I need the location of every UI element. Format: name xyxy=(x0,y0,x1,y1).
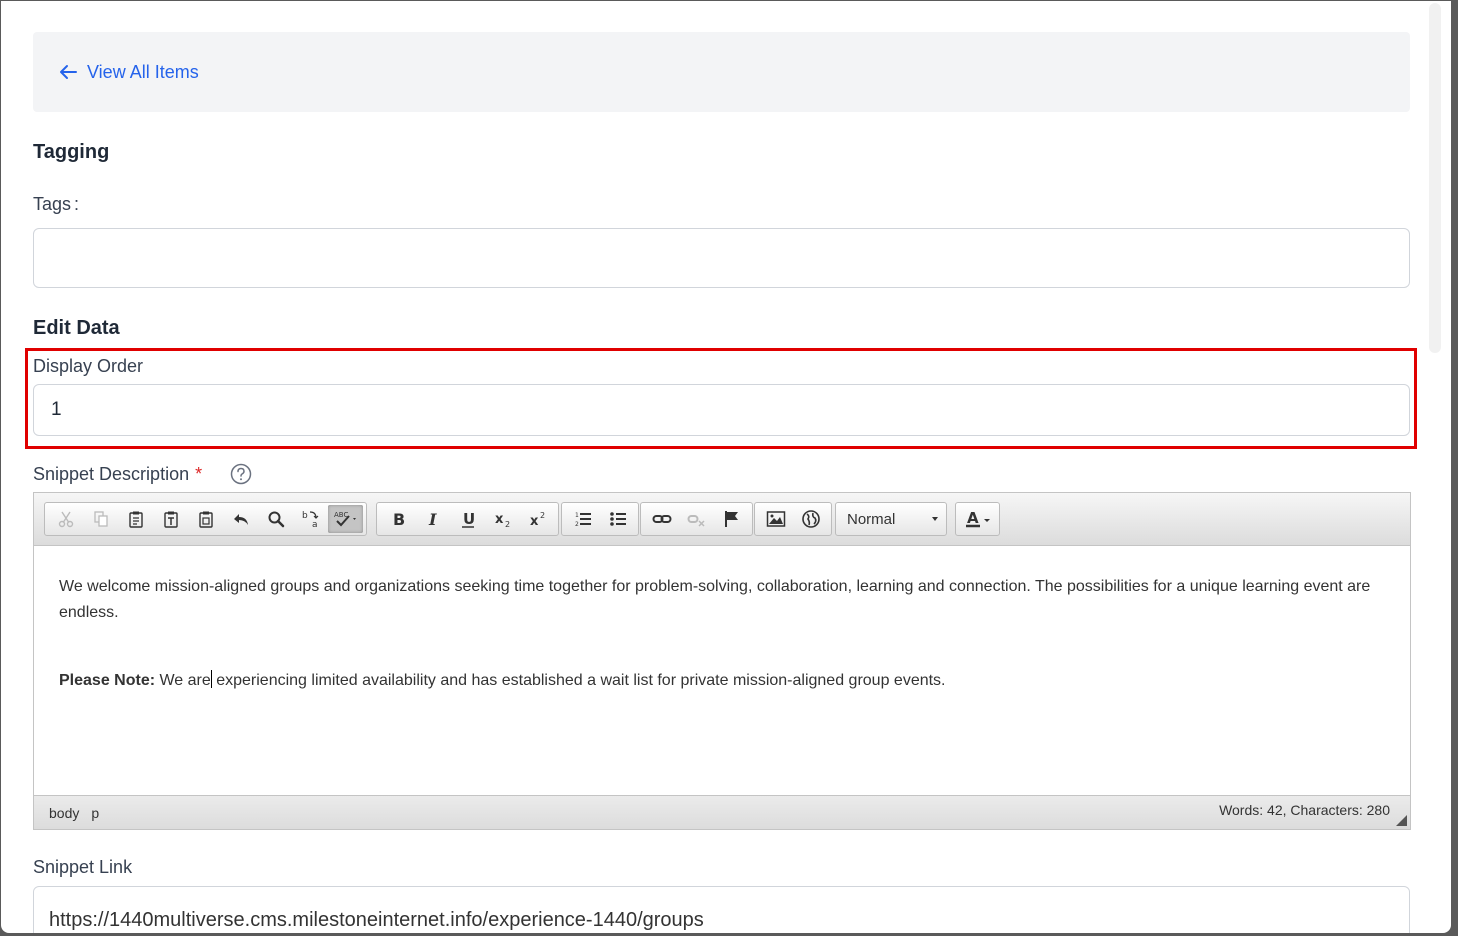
copy-button[interactable] xyxy=(83,505,118,533)
svg-text:B: B xyxy=(393,510,405,528)
tagging-heading: Tagging xyxy=(33,141,110,163)
chevron-down-icon xyxy=(932,517,938,521)
note-text-before-caret: We are xyxy=(155,672,211,689)
clipboard-icon xyxy=(128,511,143,528)
view-all-items-link[interactable]: View All Items xyxy=(59,62,199,83)
word-count: Words: 42, Characters: 280 xyxy=(1219,802,1390,818)
view-all-items-label: View All Items xyxy=(87,61,199,82)
tags-label: Tags: xyxy=(33,194,79,215)
tags-input[interactable] xyxy=(33,228,1410,288)
snippet-description-label: Snippet Description * xyxy=(33,464,202,485)
display-order-input[interactable] xyxy=(33,384,1410,436)
italic-button[interactable]: I xyxy=(415,505,450,533)
help-icon[interactable] xyxy=(230,463,252,485)
paste-word-button[interactable] xyxy=(188,505,223,533)
globe-icon xyxy=(801,510,820,528)
toolbar-group-clipboard: ba ABC xyxy=(44,502,367,536)
text-color-icon: A xyxy=(965,509,990,528)
svg-text:x: x xyxy=(495,512,504,527)
replace-icon: ba xyxy=(302,511,318,529)
unlink-button[interactable] xyxy=(679,505,714,533)
bulleted-list-button[interactable] xyxy=(600,505,635,533)
svg-text:1: 1 xyxy=(575,512,579,519)
subscript-button[interactable]: x2 xyxy=(485,505,520,533)
search-icon xyxy=(268,511,284,528)
edit-item-panel: View All Items Tagging Tags: Edit Data D… xyxy=(1,1,1451,933)
format-dropdown-value: Normal xyxy=(847,510,896,528)
cut-button[interactable] xyxy=(48,505,83,533)
paste-text-button[interactable] xyxy=(153,505,188,533)
rich-text-editor: ba ABC B I U x2 x 2 1 2 Normal A We welc… xyxy=(33,492,1411,830)
scissors-icon xyxy=(58,511,73,528)
copy-icon xyxy=(93,511,108,527)
top-nav-bar: View All Items xyxy=(33,32,1410,112)
toolbar-group-basic-styles: B I U x2 x2 xyxy=(376,502,559,536)
toolbar-group-insert xyxy=(754,502,832,536)
text-color-button[interactable]: A xyxy=(955,502,1000,536)
svg-text:b: b xyxy=(302,511,308,521)
svg-text:U: U xyxy=(463,510,475,528)
snippet-link-input[interactable] xyxy=(33,886,1410,933)
tags-label-text: Tags xyxy=(33,194,72,214)
underline-button[interactable]: U xyxy=(450,505,485,533)
toolbar-group-lists: 12 xyxy=(561,502,639,536)
subscript-icon: x2 xyxy=(495,512,510,528)
superscript-icon: x2 xyxy=(530,511,545,528)
underline-icon: U xyxy=(461,510,475,528)
editor-toolbar: ba ABC B I U x2 x 2 1 2 Normal A xyxy=(34,493,1410,546)
bold-icon: B xyxy=(393,510,405,528)
edit-data-heading: Edit Data xyxy=(33,317,120,339)
link-button[interactable] xyxy=(644,505,679,533)
please-note-label: Please Note: xyxy=(59,672,156,689)
display-order-label: Display Order xyxy=(33,356,144,376)
snippet-link-label: Snippet Link xyxy=(33,857,133,877)
unlink-icon xyxy=(687,515,705,527)
iframe-button[interactable] xyxy=(793,505,828,533)
image-icon xyxy=(766,511,785,527)
required-asterisk: * xyxy=(195,464,203,484)
toolbar-group-links xyxy=(640,502,753,536)
note-text-after-caret: experiencing limited availability and ha… xyxy=(211,672,946,689)
arrow-left-icon xyxy=(60,65,77,79)
editor-content-area[interactable]: We welcome mission-aligned groups and or… xyxy=(34,546,1410,797)
undo-button[interactable] xyxy=(223,505,258,533)
flag-icon xyxy=(724,511,738,527)
numbered-list-button[interactable]: 12 xyxy=(565,505,600,533)
snippet-description-text: Snippet Description xyxy=(33,464,190,484)
undo-icon xyxy=(233,514,248,525)
element-path: body p xyxy=(49,805,111,821)
svg-text:x: x xyxy=(530,514,539,528)
superscript-button[interactable]: x2 xyxy=(520,505,555,533)
scrollbar[interactable] xyxy=(1429,3,1441,353)
link-icon xyxy=(652,515,671,523)
spellcheck-button[interactable]: ABC xyxy=(328,505,363,533)
paste-text-icon xyxy=(163,511,178,528)
svg-text:I: I xyxy=(428,510,437,528)
svg-text:A: A xyxy=(967,509,979,527)
paste-word-icon xyxy=(198,511,213,528)
paste-button[interactable] xyxy=(118,505,153,533)
svg-text:a: a xyxy=(312,520,318,529)
svg-text:2: 2 xyxy=(540,511,545,520)
tags-label-colon: : xyxy=(74,194,80,214)
editor-paragraph-2: Please Note: We are experiencing limited… xyxy=(59,668,1385,694)
editor-statusbar: body p Words: 42, Characters: 280 xyxy=(34,795,1410,829)
editor-paragraph-1: We welcome mission-aligned groups and or… xyxy=(59,578,1371,621)
spellcheck-icon: ABC xyxy=(334,511,356,527)
numbered-list-icon: 12 xyxy=(575,512,591,528)
replace-button[interactable]: ba xyxy=(293,505,328,533)
anchor-button[interactable] xyxy=(714,505,749,533)
resize-handle[interactable] xyxy=(1396,815,1407,826)
format-dropdown[interactable]: Normal xyxy=(835,502,947,536)
bulleted-list-icon xyxy=(609,512,626,526)
svg-text:2: 2 xyxy=(575,521,579,528)
svg-text:2: 2 xyxy=(505,520,510,528)
bold-button[interactable]: B xyxy=(380,505,415,533)
path-p[interactable]: p xyxy=(91,805,99,821)
image-button[interactable] xyxy=(758,505,793,533)
find-button[interactable] xyxy=(258,505,293,533)
path-body[interactable]: body xyxy=(49,805,79,821)
italic-icon: I xyxy=(428,510,437,528)
